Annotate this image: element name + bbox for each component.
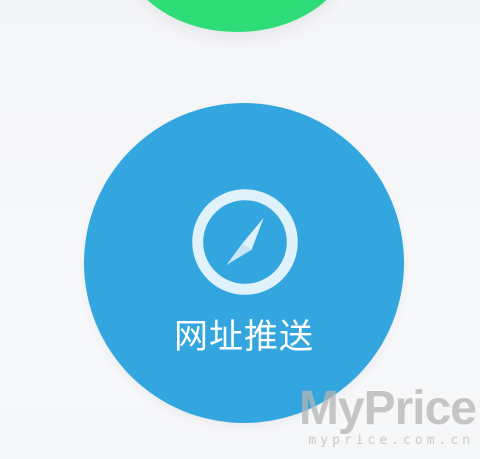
url-push-label: 网址推送 bbox=[174, 317, 314, 357]
compass-icon bbox=[192, 189, 298, 295]
top-action-button[interactable] bbox=[122, 0, 352, 32]
url-push-button[interactable]: 网址推送 bbox=[84, 103, 404, 423]
watermark-domain: myprice.com.cn bbox=[308, 433, 474, 448]
screen: 网址推送 MyPrice myprice.com.cn bbox=[0, 0, 480, 459]
